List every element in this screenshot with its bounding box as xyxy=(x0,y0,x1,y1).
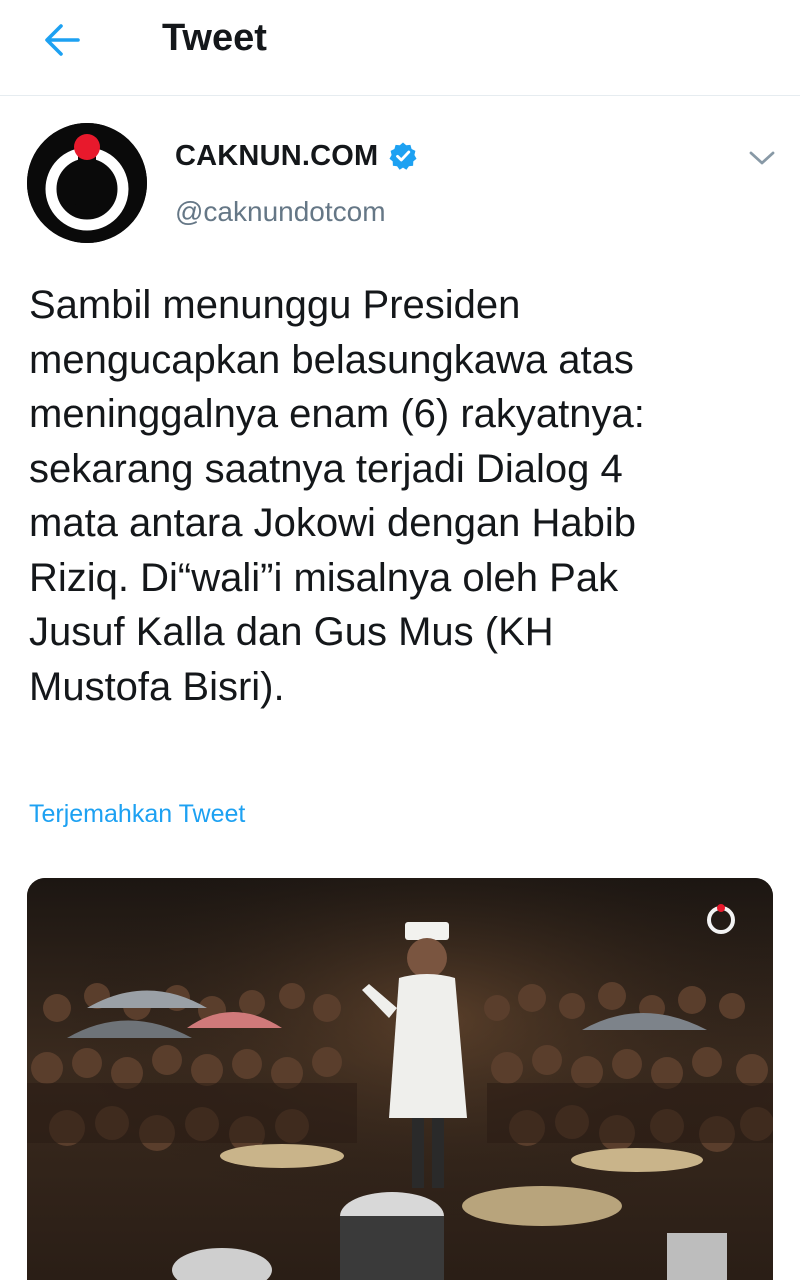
tweet-options-button[interactable] xyxy=(742,140,782,176)
page-title: Tweet xyxy=(162,17,267,59)
tweet-photo[interactable] xyxy=(27,878,773,1280)
top-app-bar: Tweet xyxy=(0,0,800,96)
chevron-down-icon xyxy=(749,151,775,165)
tweet-text: Sambil menunggu Presiden mengucapkan bel… xyxy=(29,283,645,709)
translate-tweet-link[interactable]: Terjemahkan Tweet xyxy=(29,797,245,831)
avatar[interactable] xyxy=(27,123,147,243)
caknun-logo-icon xyxy=(27,123,147,243)
tweet-detail-screen: Tweet CAKNUN.COM @caknundotcom Sambil me… xyxy=(0,0,800,1280)
back-button[interactable] xyxy=(30,12,94,68)
arrow-left-icon xyxy=(45,24,80,56)
verified-badge-icon xyxy=(389,142,417,170)
author-handle[interactable]: @caknundotcom xyxy=(175,194,386,230)
concert-crowd-photo xyxy=(27,878,773,1280)
author-name-row[interactable]: CAKNUN.COM xyxy=(175,138,418,174)
author-display-name: CAKNUN.COM xyxy=(175,140,379,172)
